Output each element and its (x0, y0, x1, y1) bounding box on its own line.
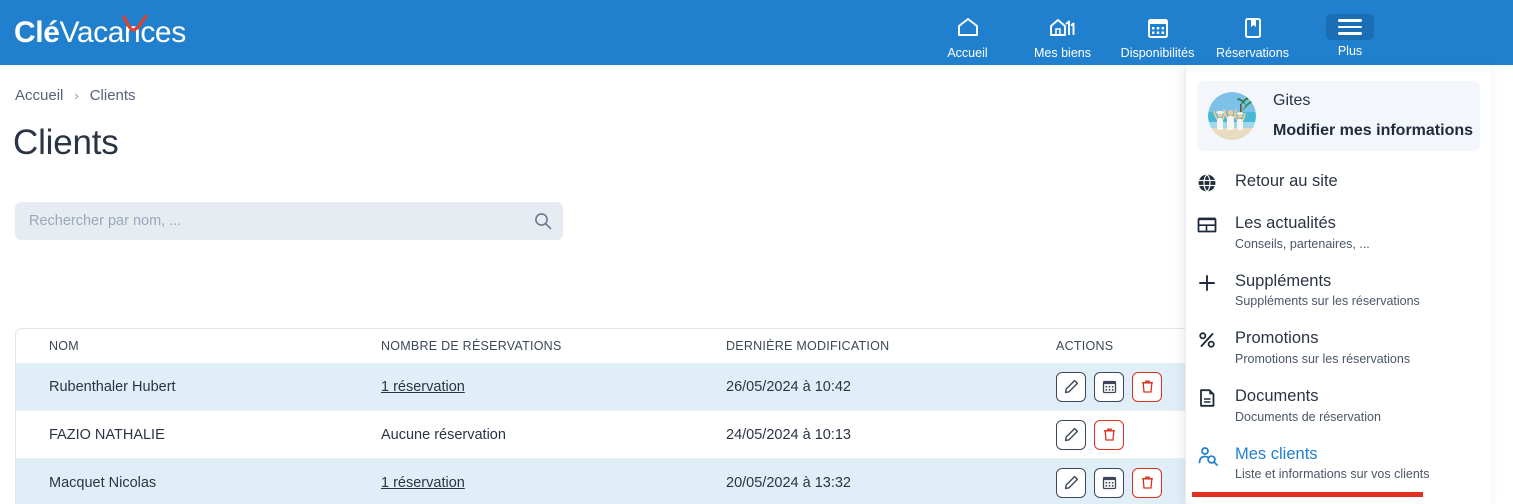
avatar (1208, 92, 1256, 140)
menu-item-supplements[interactable]: Suppléments Suppléments sur les réservat… (1186, 261, 1491, 319)
page-title: Clients (13, 123, 119, 162)
plus-icon (1197, 271, 1235, 293)
search-button[interactable] (523, 202, 563, 240)
client-name: Rubenthaler Hubert (49, 378, 176, 395)
reservations-link[interactable]: 1 réservation (381, 475, 465, 491)
active-indicator-bar (1192, 492, 1423, 498)
nav-label: Disponibilités (1120, 46, 1195, 60)
menu-item-sublabel: Suppléments sur les réservations (1235, 294, 1420, 309)
search-bar[interactable] (15, 202, 563, 240)
menu-item-sublabel: Documents de réservation (1235, 409, 1381, 424)
breadcrumb-current[interactable]: Clients (90, 87, 136, 104)
document-icon (1197, 386, 1235, 408)
nav-item-mes-biens[interactable]: Mes biens (1015, 8, 1110, 60)
client-name: FAZIO NATHALIE (49, 426, 165, 443)
delete-icon (1102, 427, 1117, 442)
red-check-icon (122, 14, 148, 32)
edit-button[interactable] (1056, 419, 1086, 450)
menu-item-label: Documents (1235, 386, 1319, 405)
reservations-link[interactable]: 1 réservation (381, 379, 465, 395)
menu-item-les-actualites[interactable]: Les actualités Conseils, partenaires, ..… (1186, 203, 1491, 261)
delete-icon (1140, 379, 1155, 394)
delete-button[interactable] (1132, 371, 1162, 402)
calendar-button[interactable] (1094, 371, 1124, 402)
houses-icon (1049, 14, 1077, 40)
hamburger-icon[interactable] (1326, 14, 1374, 40)
menu-item-retour-au-site[interactable]: Retour au site (1186, 161, 1491, 203)
edit-icon (1064, 475, 1079, 490)
calendar-icon (1147, 14, 1169, 40)
edit-button[interactable] (1056, 467, 1086, 498)
column-header-modification: DERNIÈRE MODIFICATION (726, 339, 890, 353)
calendar-icon (1102, 379, 1117, 394)
percent-icon (1197, 328, 1235, 350)
menu-item-documents[interactable]: Documents Documents de réservation (1186, 376, 1491, 434)
globe-icon (1197, 171, 1235, 193)
profile-card[interactable]: Gites Modifier mes informations (1197, 81, 1480, 151)
calendar-button[interactable] (1094, 467, 1124, 498)
reservations-text: Aucune réservation (381, 426, 506, 443)
menu-item-label: Les actualités (1235, 214, 1336, 232)
breadcrumb: Accueil › Clients (15, 87, 136, 104)
menu-item-sublabel: Liste et informations sur vos clients (1235, 467, 1430, 482)
column-header-nom: NOM (49, 339, 79, 353)
menu-item-sublabel: Conseils, partenaires, ... (1235, 236, 1370, 251)
nav-label: Réservations (1216, 46, 1289, 60)
edit-icon (1064, 379, 1079, 394)
menu-item-label: Mes clients (1235, 444, 1318, 463)
clevacances-logo[interactable]: CléVacances (14, 14, 186, 50)
last-modified: 26/05/2024 à 10:42 (726, 378, 851, 395)
app-header: CléVacances Accueil Mes biens Disponibil… (0, 0, 1513, 65)
menu-item-label: Retour au site (1235, 172, 1338, 190)
logo-bold-text: Clé (14, 15, 60, 49)
profile-name: Gites (1273, 92, 1311, 109)
search-input[interactable] (15, 213, 523, 229)
nav-label: Accueil (947, 46, 988, 60)
delete-icon (1140, 475, 1155, 490)
menu-item-label: Promotions (1235, 329, 1319, 348)
edit-button[interactable] (1056, 371, 1086, 402)
calendar-icon (1102, 475, 1117, 490)
column-header-reservations: NOMBRE DE RÉSERVATIONS (381, 339, 562, 353)
menu-item-promotions[interactable]: Promotions Promotions sur les réservatio… (1186, 318, 1491, 376)
plus-menu-panel: Gites Modifier mes informations Retour a… (1185, 65, 1491, 504)
nav-item-reservations[interactable]: Réservations (1205, 8, 1300, 60)
delete-button[interactable] (1132, 467, 1162, 498)
last-modified: 20/05/2024 à 13:32 (726, 474, 851, 491)
edit-profile-link[interactable]: Modifier mes informations (1273, 122, 1473, 140)
menu-item-sublabel: Promotions sur les réservations (1235, 351, 1411, 366)
search-icon (534, 212, 552, 230)
home-icon (956, 14, 980, 40)
user-search-icon (1197, 444, 1235, 466)
chevron-right-icon: › (74, 88, 79, 103)
bookmark-icon (1243, 14, 1263, 40)
nav-item-accueil[interactable]: Accueil (920, 8, 1015, 60)
edit-icon (1064, 427, 1079, 442)
nav-item-disponibilites[interactable]: Disponibilités (1110, 8, 1205, 60)
nav-item-plus[interactable]: Plus (1300, 8, 1400, 58)
nav-label: Mes biens (1034, 46, 1091, 60)
breadcrumb-home[interactable]: Accueil (15, 87, 63, 104)
main-navigation: Accueil Mes biens Disponibilités Réserva… (920, 8, 1400, 60)
delete-button[interactable] (1094, 419, 1124, 450)
client-name: Macquet Nicolas (49, 474, 157, 491)
nav-label: Plus (1337, 44, 1363, 58)
menu-item-label: Suppléments (1235, 271, 1332, 290)
last-modified: 24/05/2024 à 10:13 (726, 426, 851, 443)
news-icon (1197, 213, 1235, 235)
menu-item-mes-clients[interactable]: Mes clients Liste et informations sur vo… (1186, 434, 1491, 498)
plus-menu-list: Retour au site Les actualités Conseils, … (1186, 161, 1491, 498)
